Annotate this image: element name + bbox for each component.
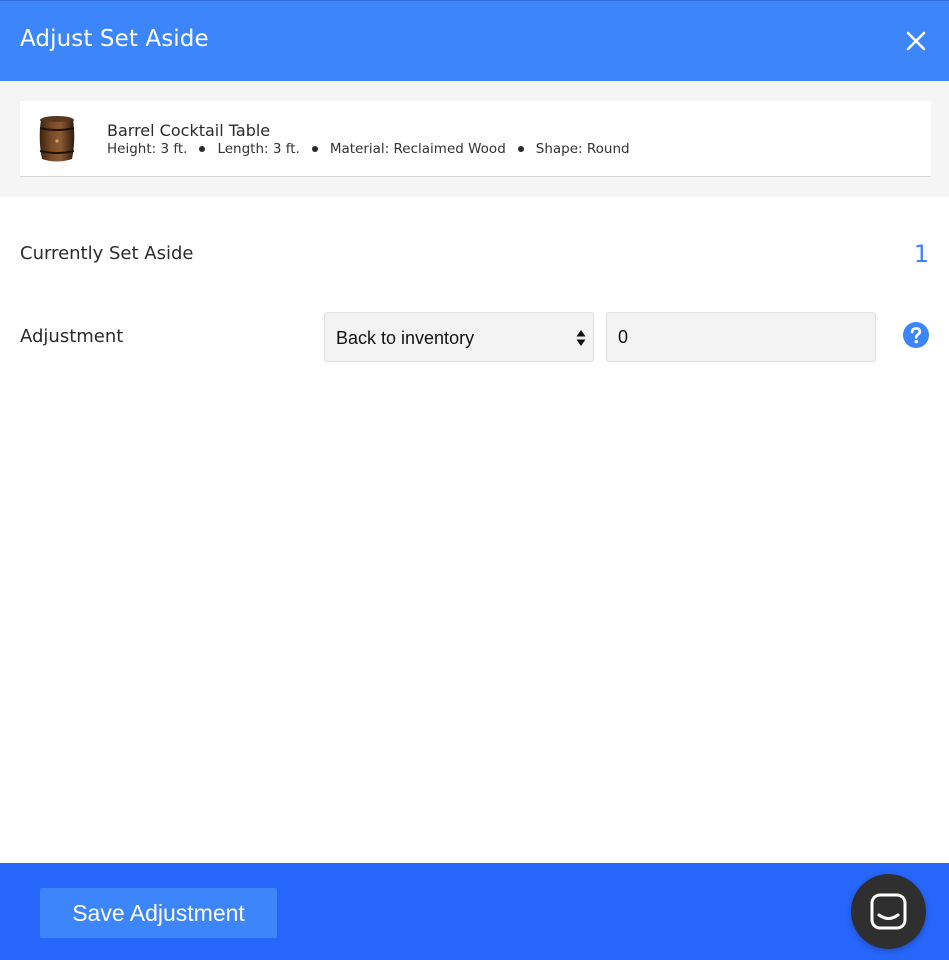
spec-shape: Shape: Round: [535, 141, 630, 157]
help-icon: [903, 322, 929, 348]
help-button[interactable]: [903, 322, 929, 348]
spec-material: Material: Reclaimed Wood: [329, 141, 506, 157]
spec-length: Length: 3 ft.: [217, 141, 300, 157]
save-adjustment-button[interactable]: Save Adjustment: [40, 888, 277, 938]
bullet-separator: [517, 146, 524, 152]
bullet-separator: [199, 146, 206, 152]
adjustment-type-select[interactable]: Back to inventory: [324, 312, 594, 362]
set-aside-value: 1: [913, 240, 929, 268]
adjustment-label: Adjustment: [20, 326, 124, 347]
dialog-footer: Save Adjustment: [0, 863, 949, 960]
adjustment-quantity-input[interactable]: [606, 312, 876, 362]
item-summary-strip: Barrel Cocktail Table Height: 3 ft. Leng…: [0, 81, 949, 197]
dialog-header: Adjust Set Aside: [0, 0, 949, 81]
barrel-image: [39, 116, 75, 162]
bullet-separator: [311, 146, 318, 152]
chat-icon: [870, 893, 907, 930]
adjustment-type-value: Back to inventory: [336, 328, 475, 348]
item-specs: Height: 3 ft. Length: 3 ft. Material: Re…: [107, 141, 630, 157]
close-icon: [906, 31, 926, 51]
spec-height: Height: 3 ft.: [107, 141, 188, 157]
dialog-title: Adjust Set Aside: [20, 26, 209, 52]
chat-launcher-button[interactable]: [851, 874, 926, 949]
set-aside-label: Currently Set Aside: [20, 243, 194, 264]
item-name: Barrel Cocktail Table: [107, 121, 271, 140]
item-card: Barrel Cocktail Table Height: 3 ft. Leng…: [20, 101, 931, 177]
select-arrows-icon: [576, 330, 586, 346]
close-button[interactable]: [905, 30, 927, 52]
